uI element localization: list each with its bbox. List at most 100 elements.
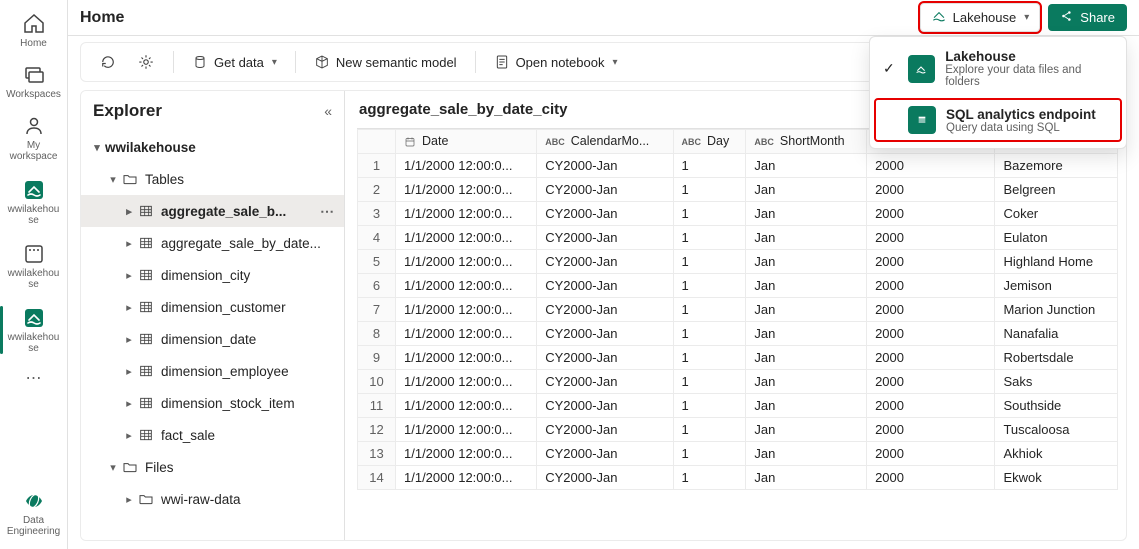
cell[interactable]: 1/1/2000 12:00:0... (396, 465, 537, 489)
tree-tables[interactable]: ▾ Tables (81, 163, 344, 195)
table-row[interactable]: 71/1/2000 12:00:0...CY2000-Jan1Jan2000Ma… (358, 297, 1118, 321)
cell[interactable]: 2000 (867, 201, 995, 225)
rail-home[interactable]: Home (4, 6, 64, 55)
cell[interactable]: Ekwok (995, 465, 1118, 489)
cell[interactable]: 2000 (867, 297, 995, 321)
cell[interactable]: 1/1/2000 12:00:0... (396, 225, 537, 249)
cell[interactable]: CY2000-Jan (537, 417, 673, 441)
cell[interactable]: 1/1/2000 12:00:0... (396, 249, 537, 273)
rail-recent-lakehouse-1[interactable]: wwilakehou se (4, 172, 64, 232)
rail-workspaces[interactable]: Workspaces (4, 57, 64, 106)
cell[interactable]: Southside (995, 393, 1118, 417)
cell[interactable]: 1/1/2000 12:00:0... (396, 417, 537, 441)
cell[interactable]: Jan (746, 393, 867, 417)
cell[interactable]: Robertsdale (995, 345, 1118, 369)
cell[interactable]: Coker (995, 201, 1118, 225)
table-row[interactable]: 81/1/2000 12:00:0...CY2000-Jan1Jan2000Na… (358, 321, 1118, 345)
cell[interactable]: 1/1/2000 12:00:0... (396, 441, 537, 465)
get-data-button[interactable]: Get data ▾ (184, 50, 285, 74)
cell[interactable]: Akhiok (995, 441, 1118, 465)
table-row[interactable]: 131/1/2000 12:00:0...CY2000-Jan1Jan2000A… (358, 441, 1118, 465)
cell[interactable]: 2000 (867, 153, 995, 177)
cell[interactable]: Jan (746, 201, 867, 225)
cell[interactable]: 1/1/2000 12:00:0... (396, 273, 537, 297)
tree-table-item[interactable]: ▸ dimension_customer (81, 291, 344, 323)
cell[interactable]: CY2000-Jan (537, 153, 673, 177)
tree-table-item[interactable]: ▸ aggregate_sale_b... ⋯ (81, 195, 344, 227)
cell[interactable]: Bazemore (995, 153, 1118, 177)
cell[interactable]: CY2000-Jan (537, 345, 673, 369)
view-mode-dropdown[interactable]: Lakehouse ▾ (920, 3, 1041, 32)
cell[interactable]: Jan (746, 321, 867, 345)
cell[interactable]: 1/1/2000 12:00:0... (396, 369, 537, 393)
cell[interactable]: 1 (673, 393, 746, 417)
cell[interactable]: 2000 (867, 441, 995, 465)
cell[interactable]: Marion Junction (995, 297, 1118, 321)
cell[interactable]: CY2000-Jan (537, 465, 673, 489)
table-row[interactable]: 91/1/2000 12:00:0...CY2000-Jan1Jan2000Ro… (358, 345, 1118, 369)
popover-option-sql-endpoint[interactable]: SQL analytics endpointQuery data using S… (874, 98, 1122, 142)
tree-folder-item[interactable]: ▸ wwi-raw-data (81, 483, 344, 515)
data-grid-scroll[interactable]: DateABCCalendarMo...ABCDayABCShortMonth1… (357, 128, 1118, 534)
collapse-explorer-button[interactable]: « (324, 103, 332, 119)
popover-option-lakehouse[interactable]: ✓ LakehouseExplore your data files and f… (870, 41, 1126, 96)
tree-table-item[interactable]: ▸ fact_sale (81, 419, 344, 451)
cell[interactable]: Nanafalia (995, 321, 1118, 345)
table-row[interactable]: 21/1/2000 12:00:0...CY2000-Jan1Jan2000Be… (358, 177, 1118, 201)
cell[interactable]: CY2000-Jan (537, 393, 673, 417)
cell[interactable]: 2000 (867, 345, 995, 369)
tree-table-item[interactable]: ▸ dimension_stock_item (81, 387, 344, 419)
cell[interactable]: Jan (746, 345, 867, 369)
cell[interactable]: Saks (995, 369, 1118, 393)
cell[interactable]: 2000 (867, 465, 995, 489)
cell[interactable]: Jan (746, 369, 867, 393)
cell[interactable]: CY2000-Jan (537, 201, 673, 225)
cell[interactable]: Jan (746, 465, 867, 489)
table-row[interactable]: 31/1/2000 12:00:0...CY2000-Jan1Jan2000Co… (358, 201, 1118, 225)
table-row[interactable]: 51/1/2000 12:00:0...CY2000-Jan1Jan2000Hi… (358, 249, 1118, 273)
cell[interactable]: Jan (746, 153, 867, 177)
cell[interactable]: 1/1/2000 12:00:0... (396, 297, 537, 321)
cell[interactable]: Jemison (995, 273, 1118, 297)
cell[interactable]: 1/1/2000 12:00:0... (396, 393, 537, 417)
tree-table-item[interactable]: ▸ dimension_employee (81, 355, 344, 387)
cell[interactable]: 1 (673, 249, 746, 273)
cell[interactable]: 1 (673, 225, 746, 249)
cell[interactable]: 2000 (867, 249, 995, 273)
cell[interactable]: CY2000-Jan (537, 249, 673, 273)
cell[interactable]: 1/1/2000 12:00:0... (396, 177, 537, 201)
cell[interactable]: CY2000-Jan (537, 177, 673, 201)
open-notebook-button[interactable]: Open notebook ▾ (486, 50, 626, 74)
share-button[interactable]: Share (1048, 4, 1127, 31)
table-row[interactable]: 41/1/2000 12:00:0...CY2000-Jan1Jan2000Eu… (358, 225, 1118, 249)
rail-my-workspace[interactable]: My workspace (4, 108, 64, 168)
cell[interactable]: CY2000-Jan (537, 273, 673, 297)
cell[interactable]: 2000 (867, 177, 995, 201)
cell[interactable]: Jan (746, 225, 867, 249)
cell[interactable]: 2000 (867, 417, 995, 441)
more-actions-button[interactable]: ⋯ (316, 203, 338, 220)
cell[interactable]: 1 (673, 465, 746, 489)
cell[interactable]: 1 (673, 273, 746, 297)
tree-table-item[interactable]: ▸ dimension_date (81, 323, 344, 355)
cell[interactable]: CY2000-Jan (537, 441, 673, 465)
cell[interactable]: Jan (746, 249, 867, 273)
table-row[interactable]: 101/1/2000 12:00:0...CY2000-Jan1Jan2000S… (358, 369, 1118, 393)
cell[interactable]: Highland Home (995, 249, 1118, 273)
cell[interactable]: 1 (673, 417, 746, 441)
cell[interactable]: 1 (673, 321, 746, 345)
table-row[interactable]: 121/1/2000 12:00:0...CY2000-Jan1Jan2000T… (358, 417, 1118, 441)
column-header[interactable]: Date (396, 130, 537, 154)
cell[interactable]: 1 (673, 441, 746, 465)
cell[interactable]: 2000 (867, 273, 995, 297)
cell[interactable]: CY2000-Jan (537, 369, 673, 393)
rail-current-lakehouse[interactable]: wwilakehou se (4, 300, 64, 360)
cell[interactable]: Jan (746, 177, 867, 201)
rail-recent-notebook[interactable]: wwilakehou se (4, 236, 64, 296)
refresh-button[interactable] (91, 49, 125, 75)
table-row[interactable]: 61/1/2000 12:00:0...CY2000-Jan1Jan2000Je… (358, 273, 1118, 297)
cell[interactable]: Tuscaloosa (995, 417, 1118, 441)
cell[interactable]: Belgreen (995, 177, 1118, 201)
cell[interactable]: Jan (746, 273, 867, 297)
cell[interactable]: 2000 (867, 321, 995, 345)
